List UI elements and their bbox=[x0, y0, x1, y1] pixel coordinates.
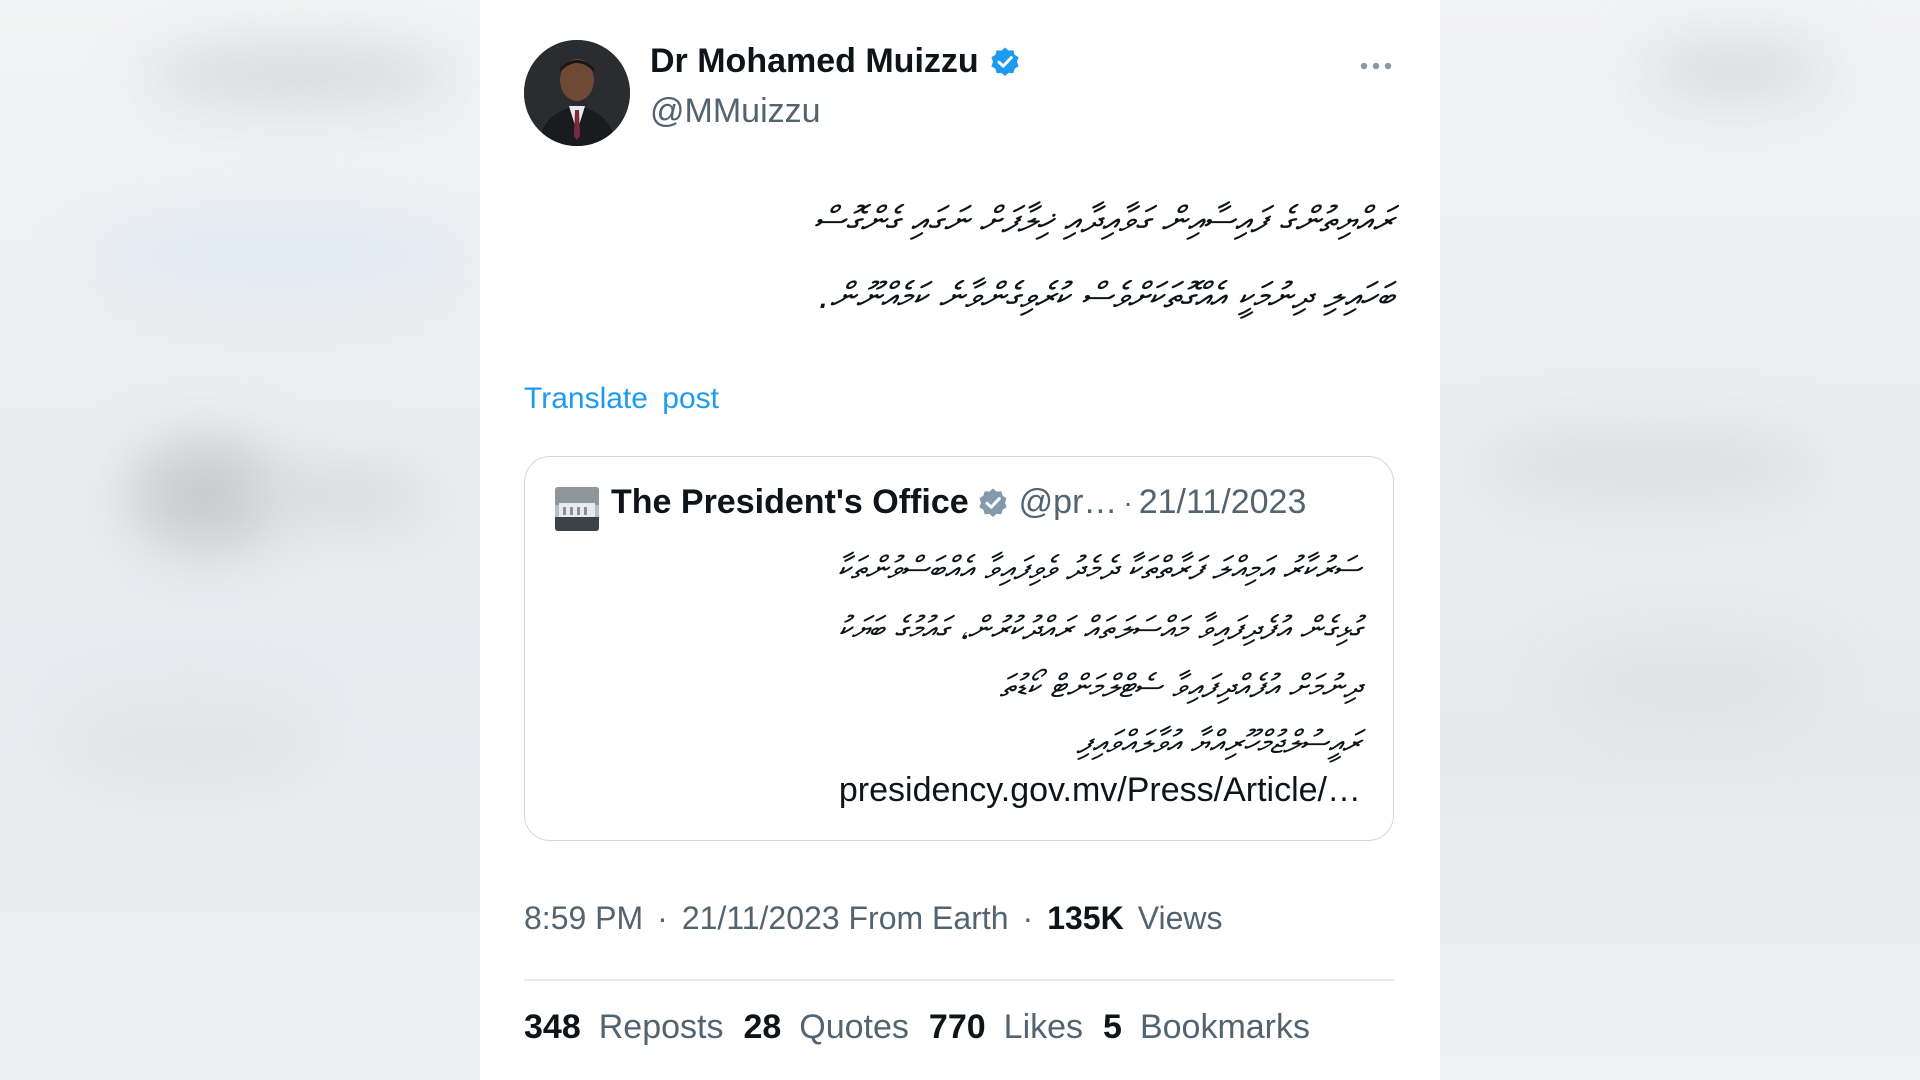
quoted-text-line: ސަރުކާރު އަމިއްލަ ފަރާތްތަކާ ދެމެދު ވެވި… bbox=[837, 549, 1361, 587]
likes-label: Likes bbox=[1003, 1008, 1084, 1046]
author-name[interactable]: Dr Mohamed Muizzu bbox=[650, 42, 979, 81]
background-blur bbox=[1560, 640, 1820, 730]
quoted-post-link[interactable]: presidency.gov.mv/Press/Article/… bbox=[839, 771, 1361, 810]
post-card: Dr Mohamed Muizzu @MMuizzu ރައްޔިތުންގެ … bbox=[480, 0, 1440, 1080]
likes-count: 770 bbox=[928, 1008, 986, 1046]
background-blur bbox=[1640, 40, 1830, 100]
views-count: 135K bbox=[1047, 900, 1124, 936]
author-name-row: Dr Mohamed Muizzu bbox=[650, 42, 1021, 81]
post-text-line: ބަހައިލި ދިނުމަކީ އެއްގޮތަކަށްވެސް ކުރެވ… bbox=[818, 276, 1394, 317]
engagement-stats: 348 Reposts 28 Quotes 770 Likes 5 Bookma… bbox=[524, 1008, 1330, 1047]
divider bbox=[524, 979, 1394, 981]
quoted-author-handle[interactable]: @pr… bbox=[1019, 483, 1118, 522]
bookmarks-label: Bookmarks bbox=[1139, 1008, 1311, 1046]
translate-post-link[interactable]: Translate post bbox=[524, 382, 719, 416]
background-right-panel bbox=[1440, 0, 1920, 1080]
post-time[interactable]: 8:59 PM bbox=[524, 900, 643, 937]
verified-badge-icon bbox=[991, 47, 1019, 76]
more-options-icon[interactable] bbox=[1356, 54, 1396, 78]
separator-dot: · bbox=[1123, 486, 1133, 518]
background-blur bbox=[1480, 430, 1820, 500]
quoted-post-date: 21/11/2023 bbox=[1138, 483, 1307, 521]
background-blur bbox=[90, 210, 470, 300]
quoted-post-header: The President's Office @pr… · 21/11/2023 bbox=[611, 483, 1306, 522]
post-date-source: 21/11/2023 From Earth bbox=[681, 900, 1009, 936]
reposts-label: Reposts bbox=[598, 1008, 724, 1046]
author-handle[interactable]: @MMuizzu bbox=[650, 92, 821, 131]
separator-dot: · bbox=[1022, 900, 1034, 936]
separator-dot: · bbox=[657, 900, 668, 936]
bookmarks-stat[interactable]: 5 Bookmarks bbox=[1103, 1008, 1310, 1047]
likes-stat[interactable]: 770 Likes bbox=[929, 1008, 1083, 1047]
quoted-post[interactable]: The President's Office @pr… · 21/11/2023… bbox=[524, 456, 1394, 841]
quoted-author-avatar bbox=[555, 487, 599, 531]
quoted-text-line: ރައީސުލްޖުމްހޫރިއްޔާ އުވާލައްވައިފި bbox=[1076, 723, 1361, 761]
quoted-author-name[interactable]: The President's Office bbox=[611, 483, 969, 522]
background-blur bbox=[250, 470, 430, 520]
bookmarks-count: 5 bbox=[1103, 1008, 1122, 1046]
background-blur bbox=[60, 700, 320, 790]
post-text-line: ރައްޔިތުންގެ ފައިސާއިން ގަވާއިދާއި ޚިލާފ… bbox=[813, 200, 1394, 241]
background-blur bbox=[140, 40, 460, 110]
post-metadata: 8:59 PM · 21/11/2023 From Earth · 135K V… bbox=[524, 900, 1222, 937]
quotes-count: 28 bbox=[743, 1008, 782, 1046]
reposts-stat[interactable]: 348 Reposts bbox=[524, 1008, 723, 1047]
quotes-label: Quotes bbox=[799, 1008, 909, 1046]
author-avatar[interactable] bbox=[524, 40, 630, 146]
reposts-count: 348 bbox=[524, 1008, 581, 1046]
views-label: Views bbox=[1137, 900, 1223, 936]
verified-badge-icon bbox=[979, 488, 1007, 517]
quotes-stat[interactable]: 28 Quotes bbox=[743, 1008, 908, 1047]
quoted-text-line: ދިނުމަށް އުފެއްދިފައިވާ ސެޓްލްމަންޓް ކޯޑ… bbox=[999, 667, 1361, 705]
quoted-text-line: ގުޅިގެން އުފެދިފައިވާ މައްސަލަތައް ރައްދ… bbox=[838, 609, 1361, 647]
